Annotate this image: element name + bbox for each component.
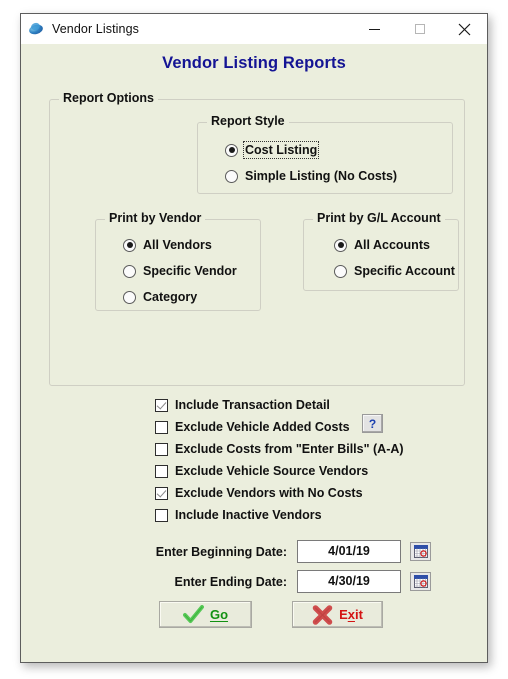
minimize-button[interactable] — [352, 14, 397, 44]
maximize-button[interactable] — [397, 14, 442, 44]
report-options-legend: Report Options — [59, 91, 158, 105]
beginning-date-calendar-button[interactable] — [410, 542, 431, 561]
checkbox-label: Exclude Costs from "Enter Bills" (A-A) — [175, 442, 404, 456]
window-title: Vendor Listings — [52, 22, 139, 36]
radio-indicator — [123, 290, 136, 304]
radio-specific-account[interactable]: Specific Account — [334, 264, 455, 278]
radio-indicator — [334, 238, 347, 252]
calendar-icon — [413, 575, 428, 588]
checkbox-exclude-costs-from-enter-bills[interactable]: Exclude Costs from "Enter Bills" (A-A) — [155, 439, 404, 459]
window-controls — [352, 14, 487, 44]
app-disc-icon — [28, 21, 44, 37]
checkbox-indicator — [155, 486, 168, 500]
checkbox-exclude-vendors-with-no-costs[interactable]: Exclude Vendors with No Costs — [155, 483, 404, 503]
radio-indicator — [225, 143, 238, 157]
radio-all-accounts[interactable]: All Accounts — [334, 238, 430, 252]
radio-indicator — [123, 238, 136, 252]
print-by-vendor-group: Print by Vendor All Vendors Specific Ven… — [95, 211, 261, 311]
checkbox-indicator — [155, 398, 168, 412]
page-title: Vendor Listing Reports — [162, 54, 346, 72]
radio-indicator — [225, 169, 238, 183]
print-by-gl-account-group: Print by G/L Account All Accounts Specif… — [303, 211, 459, 291]
go-button-label: Go — [209, 607, 229, 622]
radio-specific-vendor[interactable]: Specific Vendor — [123, 264, 237, 278]
radio-label: All Vendors — [143, 238, 212, 252]
checkbox-label: Exclude Vehicle Source Vendors — [175, 464, 369, 478]
radio-label: Cost Listing — [242, 141, 320, 159]
checkbox-label: Include Inactive Vendors — [175, 508, 322, 522]
minimize-icon — [369, 28, 380, 30]
go-button[interactable]: Go — [159, 601, 252, 628]
radio-indicator — [123, 264, 136, 278]
checkbox-include-inactive-vendors[interactable]: Include Inactive Vendors — [155, 505, 404, 525]
checkbox-indicator — [155, 442, 168, 456]
checkbox-indicator — [155, 508, 168, 522]
ending-date-calendar-button[interactable] — [410, 572, 431, 591]
beginning-date-row: Enter Beginning Date: 4/01/19 — [135, 540, 431, 563]
beginning-date-label: Enter Beginning Date: — [155, 544, 287, 559]
checkbox-indicator — [155, 464, 168, 478]
checkbox-exclude-vehicle-source-vendors[interactable]: Exclude Vehicle Source Vendors — [155, 461, 404, 481]
radio-label: All Accounts — [354, 238, 430, 252]
report-options-group: Report Options Report Style Cost Listing… — [49, 91, 465, 386]
exit-button[interactable]: Exit — [292, 601, 383, 628]
exit-button-label: Exit — [339, 607, 363, 622]
checkbox-label: Exclude Vendors with No Costs — [175, 486, 363, 500]
radio-label: Category — [143, 290, 198, 304]
close-icon — [458, 23, 471, 35]
radio-label: Specific Account — [354, 264, 455, 278]
ending-date-input[interactable]: 4/30/19 — [297, 570, 401, 593]
print-by-vendor-legend: Print by Vendor — [105, 211, 206, 225]
radio-simple-listing[interactable]: Simple Listing (No Costs) — [225, 169, 397, 183]
help-button[interactable]: ? — [362, 414, 383, 433]
radio-label: Simple Listing (No Costs) — [245, 169, 398, 183]
close-button[interactable] — [442, 14, 487, 44]
print-by-gl-account-legend: Print by G/L Account — [313, 211, 445, 225]
window-titlebar[interactable]: Vendor Listings — [21, 14, 487, 44]
beginning-date-input[interactable]: 4/01/19 — [297, 540, 401, 563]
radio-category[interactable]: Category — [123, 290, 197, 304]
checkbox-indicator — [155, 420, 168, 434]
calendar-icon — [413, 545, 428, 558]
ending-date-row: Enter Ending Date: 4/30/19 — [135, 570, 431, 593]
checkbox-include-transaction-detail[interactable]: Include Transaction Detail — [155, 395, 404, 415]
ending-date-label: Enter Ending Date: — [174, 574, 287, 589]
checkbox-label: Include Transaction Detail — [175, 398, 330, 412]
radio-all-vendors[interactable]: All Vendors — [123, 238, 212, 252]
report-style-group: Report Style Cost Listing Simple Listing… — [197, 114, 453, 194]
red-x-icon — [312, 604, 333, 625]
radio-label: Specific Vendor — [143, 264, 237, 278]
maximize-icon — [414, 24, 425, 34]
radio-cost-listing[interactable]: Cost Listing — [225, 141, 320, 159]
report-style-legend: Report Style — [207, 114, 289, 128]
checkbox-label: Exclude Vehicle Added Costs — [175, 420, 350, 434]
green-check-icon — [182, 604, 204, 623]
radio-indicator — [334, 264, 347, 278]
vendor-listings-window: Vendor Listings Vendor Listing Reports R… — [20, 13, 488, 663]
